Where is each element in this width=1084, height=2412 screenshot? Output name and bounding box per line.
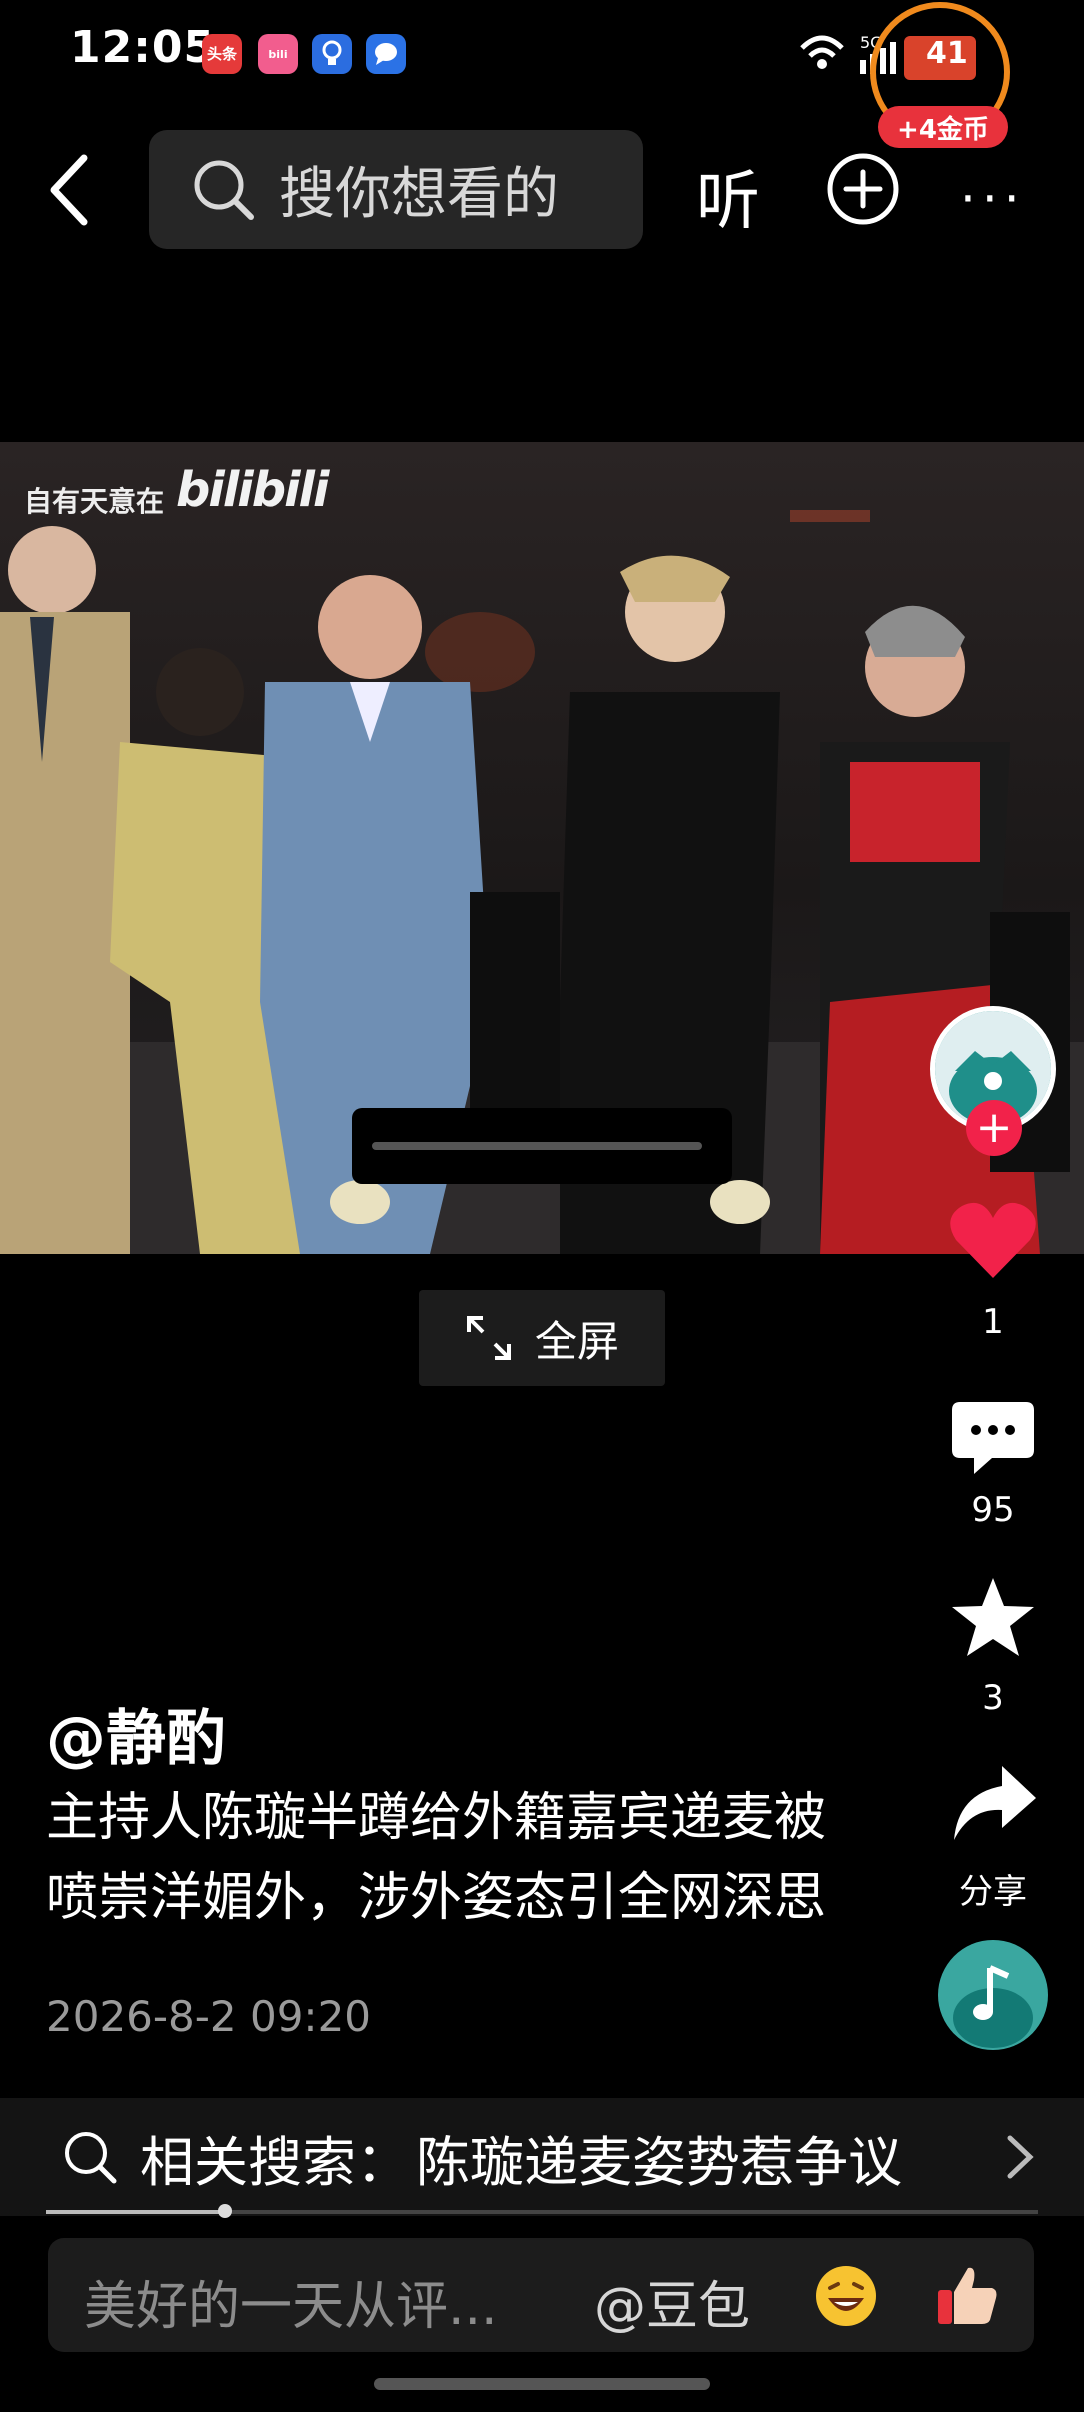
author-name[interactable]: @静酌 <box>46 1690 226 1777</box>
share-label: 分享 <box>959 1872 1027 1912</box>
plus-circle-icon <box>827 153 899 225</box>
share-button[interactable] <box>950 1764 1038 1848</box>
video-date: 2026-8-2 09:20 <box>46 1992 372 2041</box>
chevron-right-icon <box>1007 2135 1034 2179</box>
add-button[interactable] <box>826 152 900 230</box>
video-watermark-text: 自有天意在 <box>24 485 165 518</box>
search-icon <box>65 2132 117 2184</box>
music-note-icon <box>953 1965 1033 2048</box>
favorite-button[interactable] <box>950 1576 1036 1662</box>
comment-button[interactable] <box>952 1402 1034 1480</box>
related-search-text: 相关搜索： 陈璇递麦姿势惹争议 <box>140 2118 902 2197</box>
comment-placeholder: 美好的一天从评... <box>84 2277 498 2337</box>
favorite-count: 3 <box>982 1678 1004 1718</box>
battery-level: 41 <box>926 36 968 71</box>
like-button[interactable] <box>948 1198 1038 1286</box>
bulb-app-icon <box>312 34 352 74</box>
comment-count: 95 <box>971 1490 1015 1530</box>
related-search-bar[interactable]: 相关搜索： 陈璇递麦姿势惹争议 <box>0 2098 1084 2216</box>
search-input[interactable]: 搜你想看的 <box>149 130 643 249</box>
mention-doubao-button[interactable]: @豆包 <box>594 2264 750 2339</box>
star-icon <box>952 1578 1034 1656</box>
search-icon <box>194 160 254 220</box>
thumbs-up-emoji-button[interactable] <box>934 2262 1000 2332</box>
laughing-face-icon <box>816 2266 876 2326</box>
coin-reward-badge[interactable]: +4金币 <box>878 106 1008 148</box>
music-disc[interactable] <box>938 1940 1048 2050</box>
search-placeholder: 搜你想看的 <box>279 162 559 227</box>
more-button[interactable]: ··· <box>960 170 1026 228</box>
heart-icon <box>950 1202 1036 1278</box>
comment-bubble-icon <box>952 1402 1034 1474</box>
listen-button[interactable]: 听 <box>696 150 760 242</box>
status-time: 12:05 <box>70 22 216 73</box>
follow-button[interactable]: + <box>966 1100 1022 1156</box>
expand-icon <box>466 1316 511 1360</box>
video-title: 主持人陈璇半蹲给外籍嘉宾递麦被喷崇洋媚外，涉外姿态引全网深思 <box>46 1788 827 1928</box>
progress-fill <box>46 2210 225 2214</box>
fullscreen-label: 全屏 <box>534 1316 619 1366</box>
back-button[interactable] <box>40 150 110 230</box>
laughing-emoji-button[interactable] <box>814 2264 878 2332</box>
related-search-query: 陈璇递麦姿势惹争议 <box>416 2130 902 2194</box>
fullscreen-button[interactable]: 全屏 <box>419 1290 665 1386</box>
bilibili-watermark-logo: bilibili <box>176 462 329 518</box>
bilibili-app-icon: bili <box>258 34 298 74</box>
related-search-prefix: 相关搜索： <box>140 2130 410 2194</box>
progress-thumb[interactable] <box>218 2204 232 2218</box>
message-app-icon <box>366 34 406 74</box>
chevron-left-icon <box>50 154 88 226</box>
share-arrow-icon <box>954 1766 1036 1840</box>
subtitle-overlay <box>352 1108 732 1184</box>
toutiao-app-icon: 头条 <box>202 34 242 74</box>
like-count: 1 <box>982 1302 1004 1342</box>
thumbs-up-icon <box>938 2267 997 2324</box>
home-indicator[interactable] <box>374 2378 710 2390</box>
